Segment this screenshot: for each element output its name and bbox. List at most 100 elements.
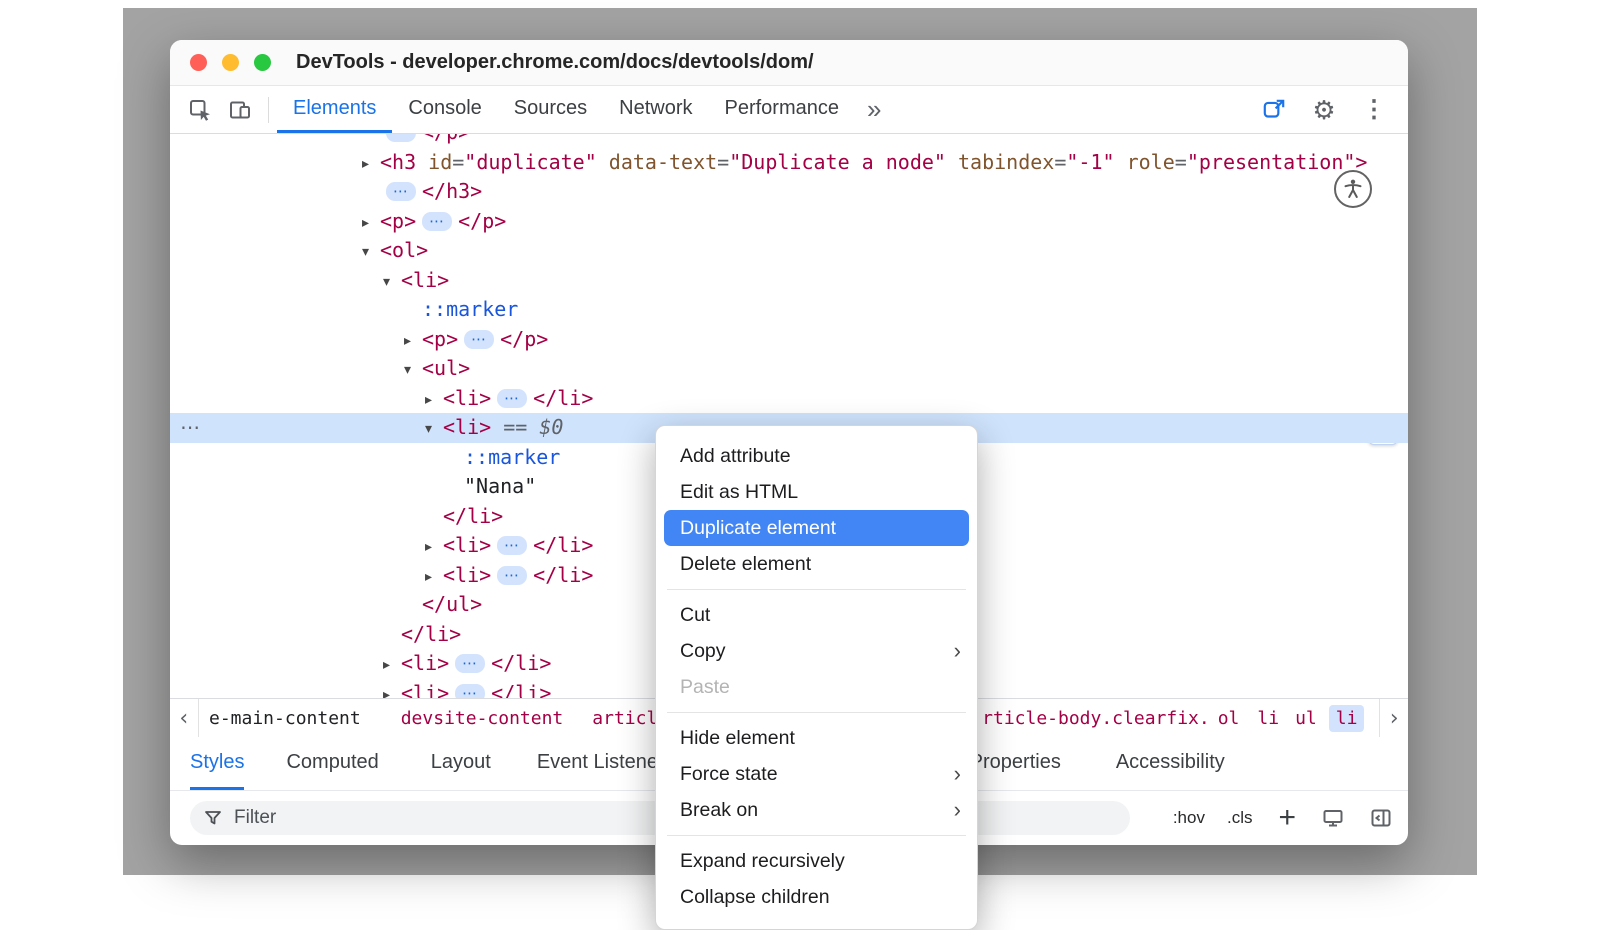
device-toolbar-icon[interactable] — [220, 86, 260, 133]
breadcrumb-item-e-main-content[interactable]: e-main-content — [209, 708, 361, 729]
menu-item-cut[interactable]: Cut — [656, 597, 977, 633]
toggle-sidebar-icon[interactable] — [1370, 807, 1392, 829]
breadcrumb-item-li[interactable]: li — [1329, 705, 1365, 732]
tab-sources[interactable]: Sources — [498, 86, 603, 133]
inline-expand-button[interactable]: ⋯ — [422, 212, 452, 231]
code-token: id — [416, 150, 452, 174]
computed-styles-monitor-icon[interactable] — [1322, 807, 1344, 829]
tree-row[interactable]: ▸<h3 id="duplicate" data-text="Duplicate… — [170, 148, 1408, 178]
menu-item-delete-element[interactable]: Delete element — [656, 546, 977, 582]
menu-item-duplicate-element[interactable]: Duplicate element — [664, 510, 969, 546]
context-menu: Add attributeEdit as HTMLDuplicate eleme… — [655, 425, 978, 930]
code-token: = — [1175, 150, 1187, 174]
toggle-element-state-button[interactable]: :hov — [1173, 808, 1205, 828]
submenu-arrow-icon: › — [954, 792, 961, 828]
code-token: "Duplicate a node" — [729, 150, 946, 174]
new-style-rule-icon[interactable]: + — [1278, 808, 1296, 828]
tab-properties[interactable]: Properties — [970, 737, 1061, 790]
expand-arrow-icon[interactable]: ▸ — [383, 681, 401, 699]
tree-row[interactable]: ▸<p>⋯</p> — [170, 207, 1408, 237]
expand-arrow-icon[interactable]: ▸ — [425, 533, 443, 563]
code-token: <li> — [443, 415, 491, 439]
filter-funnel-icon — [204, 809, 222, 827]
menu-item-edit-as-html[interactable]: Edit as HTML — [656, 474, 977, 510]
breadcrumb-item-devsite-content[interactable]: devsite-content — [401, 708, 564, 729]
inline-expand-button[interactable]: ⋯ — [464, 330, 494, 349]
code-token: = — [717, 150, 729, 174]
breadcrumb-scroll-right-icon[interactable]: › — [1379, 699, 1408, 737]
element-classes-button[interactable]: .cls — [1227, 808, 1253, 828]
code-token: </li> — [533, 563, 593, 587]
minimize-window-button[interactable] — [222, 54, 239, 71]
menu-item-hide-element[interactable]: Hide element — [656, 720, 977, 756]
breadcrumb-item-ul[interactable]: ul — [1295, 708, 1317, 729]
tab-styles[interactable]: Styles — [190, 737, 244, 790]
inspect-element-icon[interactable] — [180, 86, 220, 133]
menu-item-add-attribute[interactable]: Add attribute — [656, 438, 977, 474]
tab-layout[interactable]: Layout — [431, 737, 491, 790]
expand-arrow-icon[interactable]: ▸ — [404, 327, 422, 357]
breadcrumb-scroll-left-icon[interactable]: ‹ — [170, 699, 199, 737]
breadcrumb-item-li[interactable]: li — [1257, 708, 1279, 729]
inline-expand-button[interactable]: ⋯ — [497, 389, 527, 408]
inline-expand-button[interactable]: ⋯ — [497, 566, 527, 585]
code-token: <ol> — [380, 238, 428, 262]
tab-elements[interactable]: Elements — [277, 86, 392, 133]
code-token: <h3 — [380, 150, 416, 174]
more-tabs-icon[interactable]: » — [855, 86, 893, 133]
square-arrow-icon[interactable] — [1254, 97, 1294, 123]
code-token: = — [452, 150, 464, 174]
inline-expand-button[interactable]: ⋯ — [455, 654, 485, 673]
menu-item-expand-recursively[interactable]: Expand recursively — [656, 843, 977, 879]
tree-row[interactable]: ::marker — [170, 295, 1408, 325]
tree-row[interactable]: ▸<p>⋯</p> — [170, 325, 1408, 355]
menu-item-collapse-children[interactable]: Collapse children — [656, 879, 977, 915]
collapse-arrow-icon[interactable]: ▾ — [383, 268, 401, 298]
more-actions-icon[interactable]: ⋯ — [180, 413, 200, 443]
tab-console[interactable]: Console — [392, 86, 497, 133]
tree-row[interactable]: ▸<li>⋯</li> — [170, 384, 1408, 414]
breadcrumb-item-ol[interactable]: ol — [1218, 708, 1240, 729]
expand-arrow-icon[interactable]: ▸ — [362, 209, 380, 239]
breadcrumb-item-rticle-body-clearfix[interactable]: rticle-body.clearfix. — [982, 708, 1210, 729]
zoom-window-button[interactable] — [254, 54, 271, 71]
collapse-arrow-icon[interactable]: ▾ — [362, 238, 380, 268]
code-token: </li> — [491, 651, 551, 675]
gear-icon[interactable]: ⚙ — [1304, 97, 1344, 123]
titlebar: DevTools - developer.chrome.com/docs/dev… — [170, 40, 1408, 86]
tree-row[interactable]: ▾<ol> — [170, 236, 1408, 266]
tree-row[interactable]: ▾<li> — [170, 266, 1408, 296]
tab-performance[interactable]: Performance — [709, 86, 856, 133]
menu-item-break-on[interactable]: Break on› — [656, 792, 977, 828]
tab-accessibility[interactable]: Accessibility — [1116, 737, 1225, 790]
inline-expand-button[interactable]: ⋯ — [386, 182, 416, 201]
tree-row[interactable]: ▾<ul> — [170, 354, 1408, 384]
code-token: </li> — [533, 386, 593, 410]
tab-network[interactable]: Network — [603, 86, 708, 133]
expand-arrow-icon[interactable]: ▸ — [425, 563, 443, 593]
expand-arrow-icon[interactable]: ▸ — [425, 386, 443, 416]
expand-arrow-icon[interactable]: ▸ — [362, 150, 380, 180]
tree-row[interactable]: ⋯</h3> — [170, 177, 1408, 207]
window-title: DevTools - developer.chrome.com/docs/dev… — [296, 51, 814, 74]
close-window-button[interactable] — [190, 54, 207, 71]
collapse-arrow-icon[interactable]: ▾ — [404, 356, 422, 386]
kebab-menu-icon[interactable]: ⋮ — [1354, 98, 1394, 122]
traffic-lights — [190, 54, 271, 71]
code-token: <li> — [401, 268, 449, 292]
expand-arrow-icon[interactable]: ▸ — [383, 651, 401, 681]
inline-expand-button[interactable]: ⋯ — [497, 536, 527, 555]
tree-row[interactable]: ⋯ </p> — [170, 134, 1408, 148]
code-token: </p> — [422, 134, 470, 144]
menu-item-force-state[interactable]: Force state› — [656, 756, 977, 792]
code-token: <li> — [443, 533, 491, 557]
menu-separator — [667, 835, 966, 836]
collapse-arrow-icon[interactable]: ▾ — [425, 415, 443, 445]
submenu-arrow-icon: › — [954, 633, 961, 669]
tab-event-listeners[interactable]: Event Listeners — [537, 737, 675, 790]
code-token: </ul> — [422, 592, 482, 616]
inline-expand-button[interactable]: ⋯ — [455, 684, 485, 699]
menu-item-copy[interactable]: Copy› — [656, 633, 977, 669]
tab-computed[interactable]: Computed — [286, 737, 378, 790]
inline-expand-button[interactable]: ⋯ — [386, 134, 416, 142]
